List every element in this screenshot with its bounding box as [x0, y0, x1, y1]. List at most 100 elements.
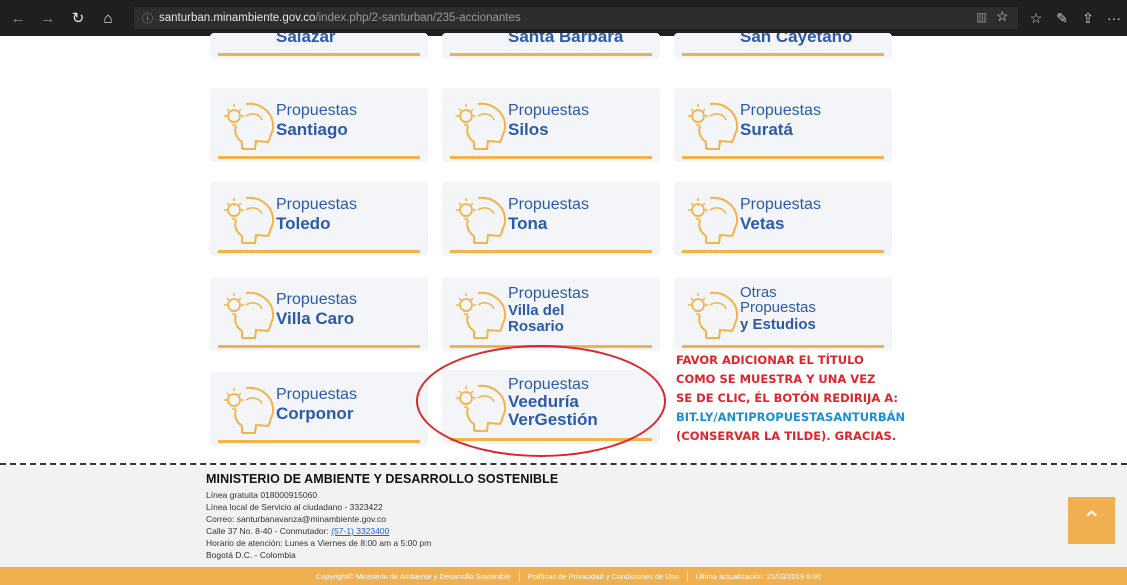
bulb-head-icon — [455, 196, 507, 244]
url-host: santurban.minambiente.gov.co — [159, 12, 316, 24]
card-bar — [682, 53, 884, 56]
bulb-head-icon — [455, 291, 507, 339]
share-icon[interactable]: ⇪ — [1075, 10, 1101, 27]
card-title: Salazar — [276, 33, 336, 46]
card-santa-barbara[interactable]: Santa Bárbara — [442, 33, 660, 59]
note-line: FAVOR ADICIONAR EL TÍTULO — [676, 353, 864, 367]
note-line: (CONSERVAR LA TILDE). GRACIAS. — [676, 429, 897, 443]
card-san-cayetano[interactable]: San Cayetano — [674, 33, 892, 59]
card-corponor[interactable]: Propuestas Corponor — [210, 372, 428, 446]
chevron-up-icon: ⌃ — [1081, 507, 1102, 534]
card-line1: Propuestas — [740, 196, 821, 213]
card-line2: Silos — [508, 120, 549, 139]
card-salazar[interactable]: Salazar — [210, 33, 428, 59]
footer-address-text: Calle 37 No. 8-40 - Conmutador: — [206, 526, 332, 536]
annotation-note: FAVOR ADICIONAR EL TÍTULO COMO SE MUESTR… — [676, 351, 905, 446]
address-bar[interactable]: ⓘ santurban.minambiente.gov.co/index.php… — [134, 7, 1018, 29]
card-title: San Cayetano — [740, 33, 853, 46]
footer-local-line: Línea local de Servicio al ciudadano - 3… — [206, 502, 383, 512]
card-line2: Villa Caro — [276, 309, 355, 328]
browser-toolbar: ← → ↻ ⌂ ⓘ santurban.minambiente.gov.co/i… — [0, 0, 1127, 36]
footer-address: Calle 37 No. 8-40 - Conmutador: (57-1) 3… — [206, 526, 389, 536]
card-line2: Villa del — [508, 302, 565, 319]
bulb-head-icon — [455, 102, 507, 150]
note-line: SE DE CLIC, ÉL BOTÓN REDIRIJA A: — [676, 391, 898, 405]
bulb-head-icon — [687, 196, 739, 244]
card-silos[interactable]: Propuestas Silos — [442, 88, 660, 162]
footer: MINISTERIO DE AMBIENTE Y DESARROLLO SOST… — [0, 466, 1127, 567]
card-line1: Propuestas — [276, 386, 357, 403]
site-info-icon[interactable]: ⓘ — [142, 10, 153, 26]
footer-hours: Horario de atención: Lunes a Viernes de … — [206, 538, 432, 548]
card-bar — [218, 440, 420, 443]
bulb-head-icon — [687, 291, 739, 339]
privacy-link[interactable]: Políticas de Privacidad y Condiciones de… — [520, 572, 687, 581]
card-bar — [450, 53, 652, 56]
card-line2: Tona — [508, 214, 548, 233]
annotation-ellipse — [416, 345, 666, 457]
footer-divider — [0, 463, 1127, 465]
card-line1: Propuestas — [508, 196, 589, 213]
card-line2: Propuestas — [740, 299, 816, 316]
card-line3: y Estudios — [740, 316, 816, 333]
card-villa-del-rosario[interactable]: Propuestas Villa del Rosario — [442, 277, 660, 351]
home-icon[interactable]: ⌂ — [96, 6, 120, 30]
reading-view-icon[interactable]: ▥ — [976, 10, 987, 24]
more-icon[interactable]: ··· — [1101, 10, 1127, 26]
back-icon[interactable]: ← — [6, 6, 30, 30]
card-bar — [682, 250, 884, 253]
bulb-head-icon — [223, 291, 275, 339]
footer-phone: Línea gratuita 018000915060 — [206, 490, 318, 500]
forward-icon[interactable]: → — [36, 6, 60, 30]
favorites-bar-icon[interactable]: ☆ — [1023, 10, 1049, 27]
card-bar — [450, 250, 652, 253]
card-bar — [682, 345, 884, 348]
card-line1: Propuestas — [740, 102, 821, 119]
card-line2: Suratá — [740, 120, 793, 139]
card-line2: Santiago — [276, 120, 348, 139]
card-bar — [218, 156, 420, 159]
card-toledo[interactable]: Propuestas Toledo — [210, 182, 428, 256]
card-title: Santa Bárbara — [508, 33, 624, 46]
card-bar — [218, 250, 420, 253]
note-link: BIT.LY/ANTIPROPUESTASANTURBÁN — [676, 410, 906, 424]
footer-email: Correo: santurbanavanza@minambiente.gov.… — [206, 514, 386, 524]
note-line: COMO SE MUESTRA Y UNA VEZ — [676, 372, 876, 386]
card-bar — [218, 53, 420, 56]
back-to-top-button[interactable]: ⌃ — [1068, 497, 1115, 544]
card-bar — [682, 156, 884, 159]
pen-icon[interactable]: ✎ — [1049, 10, 1075, 27]
card-line2: Toledo — [276, 214, 331, 233]
card-bar — [450, 156, 652, 159]
last-updated: Última actualización: 21/03/2019 8:00 — [695, 571, 821, 581]
bulb-head-icon — [223, 102, 275, 150]
card-surata[interactable]: Propuestas Suratá — [674, 88, 892, 162]
card-tona[interactable]: Propuestas Tona — [442, 182, 660, 256]
card-line1: Propuestas — [276, 102, 357, 119]
bulb-head-icon — [687, 102, 739, 150]
footer-phone-link[interactable]: (57-1) 3323400 — [331, 526, 389, 536]
footer-org: MINISTERIO DE AMBIENTE Y DESARROLLO SOST… — [206, 472, 559, 486]
card-bar — [218, 345, 420, 348]
card-line3: Rosario — [508, 318, 564, 335]
card-villa-caro[interactable]: Propuestas Villa Caro — [210, 277, 428, 351]
footer-city: Bogotá D.C. - Colombia — [206, 550, 296, 560]
bulb-head-icon — [223, 386, 275, 434]
refresh-icon[interactable]: ↻ — [66, 6, 90, 30]
favorite-star-icon[interactable]: ☆ — [996, 8, 1009, 25]
card-line1: Propuestas — [276, 196, 357, 213]
card-line1: Propuestas — [508, 285, 589, 302]
card-vetas[interactable]: Propuestas Vetas — [674, 182, 892, 256]
bulb-head-icon — [223, 196, 275, 244]
card-line1: Propuestas — [508, 102, 589, 119]
separator — [518, 570, 520, 582]
card-line2: Vetas — [740, 214, 785, 233]
separator — [686, 570, 688, 582]
card-otras-propuestas[interactable]: Otras Propuestas y Estudios — [674, 277, 892, 351]
bottom-bar: Copyright© Ministerio de Ambiente y Desa… — [0, 567, 1127, 585]
copyright-link[interactable]: Copyright© Ministerio de Ambiente y Desa… — [308, 572, 519, 581]
card-santiago[interactable]: Propuestas Santiago — [210, 88, 428, 162]
url-path: /index.php/2-santurban/235-accionantes — [315, 12, 521, 24]
toolbar-right: ☆ ✎ ⇪ ··· — [1023, 0, 1127, 36]
card-line1: Propuestas — [276, 291, 357, 308]
